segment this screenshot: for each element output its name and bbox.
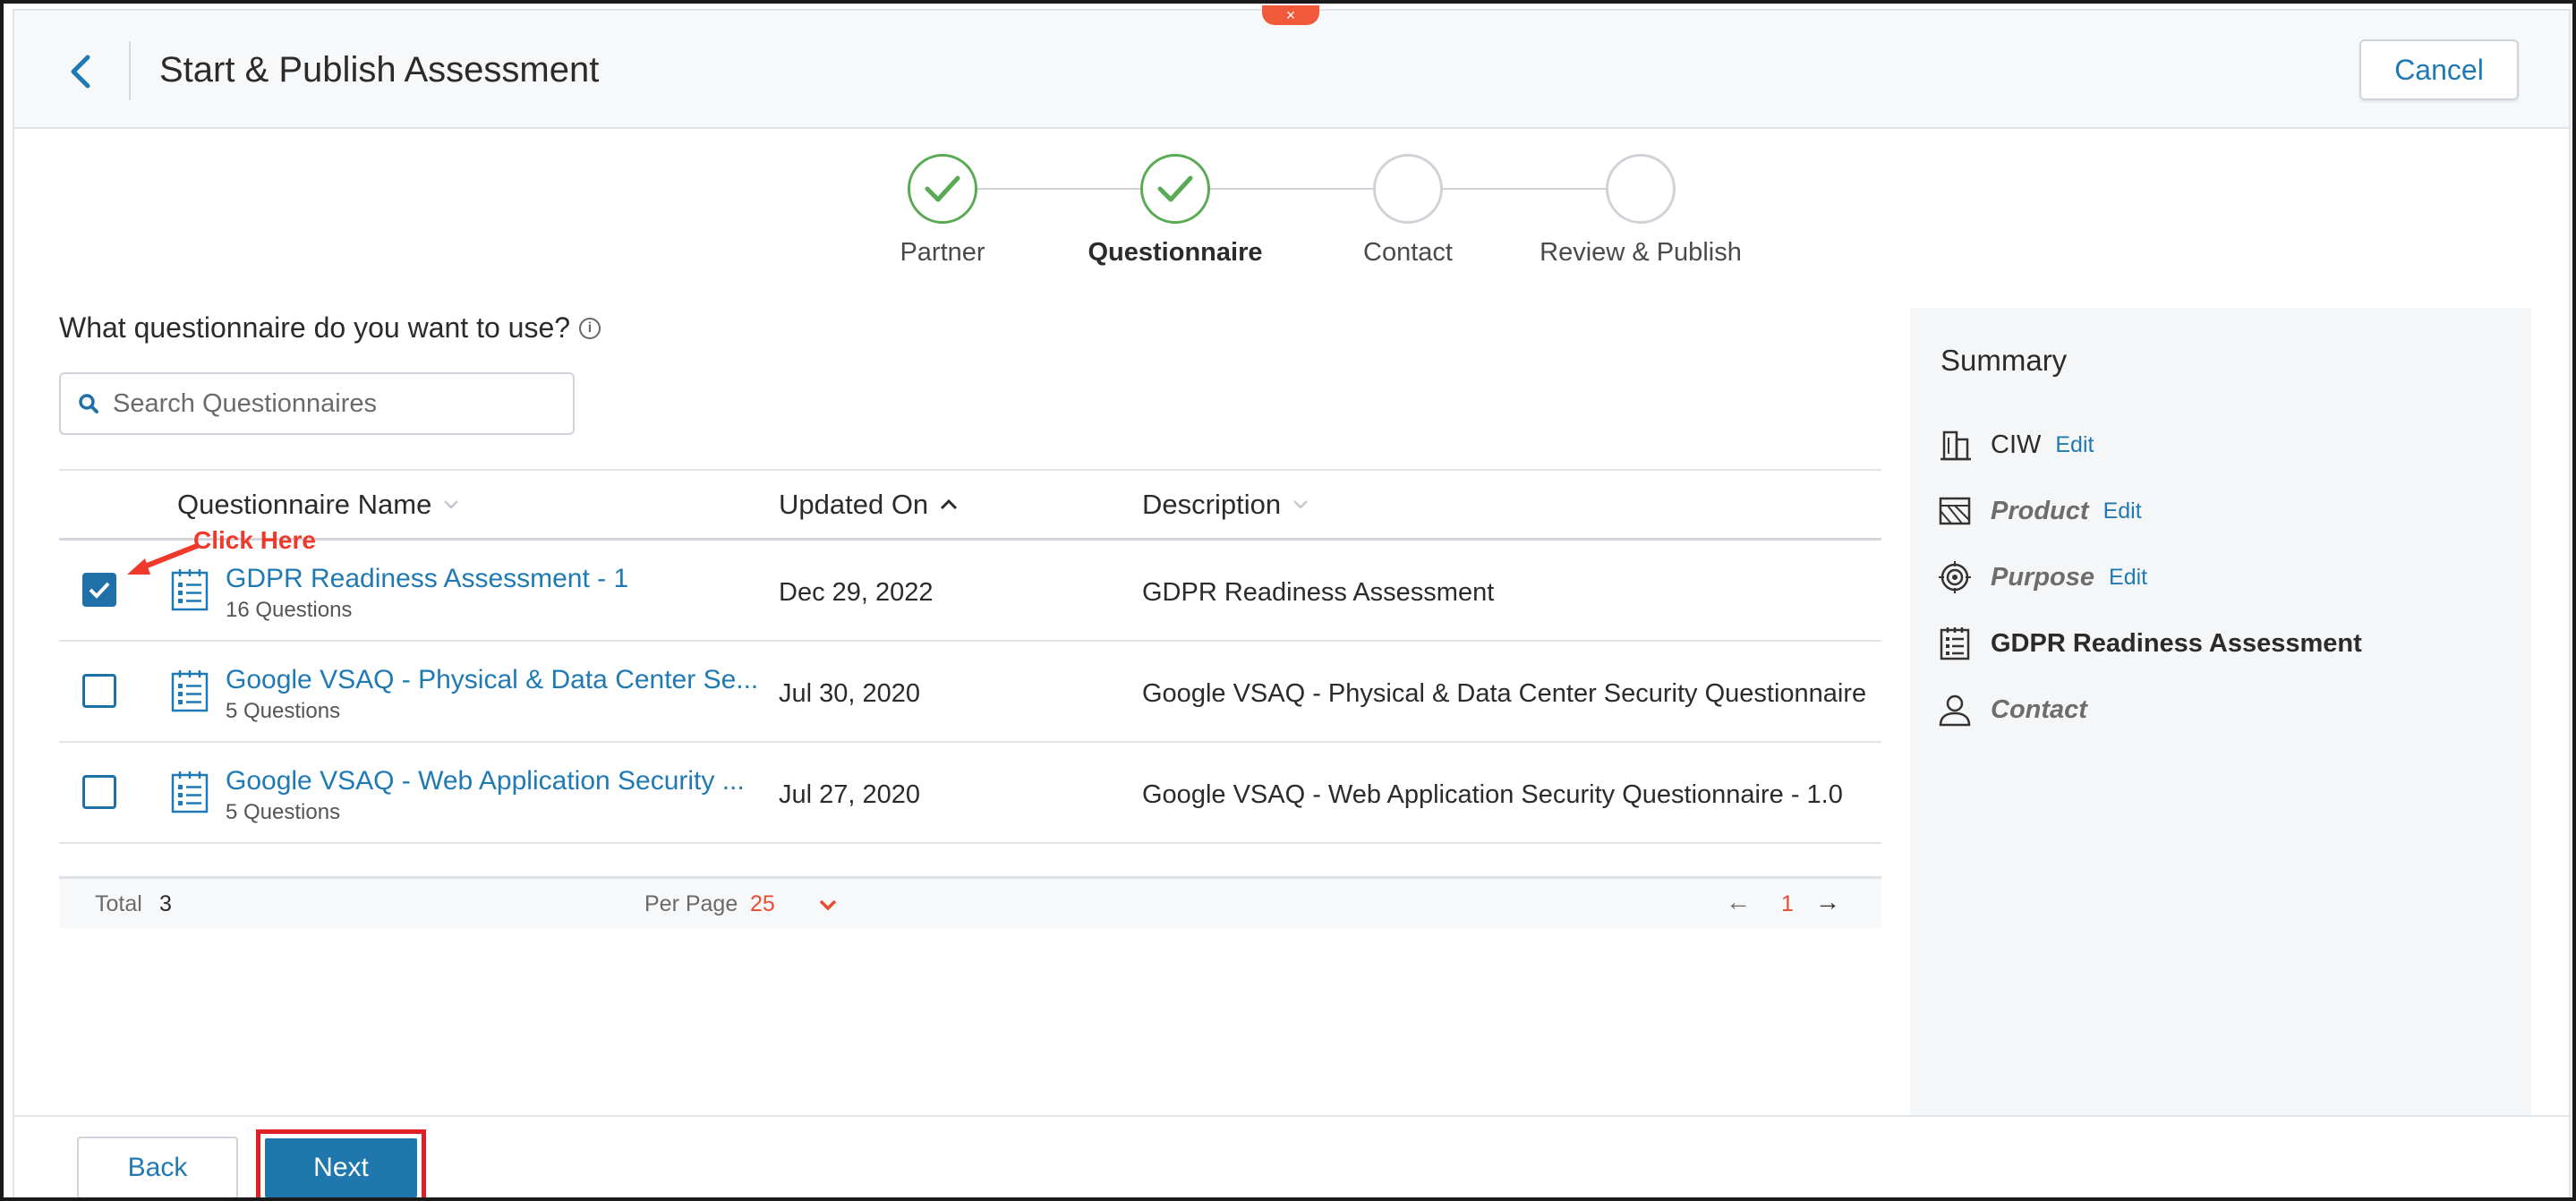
step-review-publish[interactable]: Review & Publish (1524, 154, 1757, 268)
summary-item-contact: Contact (1937, 687, 2087, 732)
summary-item-questionnaire: GDPR Readiness Assessment (1937, 621, 2362, 666)
prev-page-arrow[interactable]: ← (1726, 888, 1751, 916)
description-cell: Google VSAQ - Physical & Data Center Sec… (1142, 679, 1867, 708)
search-icon (79, 394, 98, 413)
step-label: Questionnaire (1088, 238, 1263, 267)
column-header-label: Questionnaire Name (177, 489, 432, 520)
description-cell: GDPR Readiness Assessment (1142, 578, 1495, 607)
step-label: Review & Publish (1540, 238, 1742, 267)
updated-on-cell: Jul 30, 2020 (779, 679, 921, 708)
row-checkbox[interactable] (82, 775, 116, 809)
questionnaire-name-link[interactable]: Google VSAQ - Web Application Security .… (226, 766, 745, 796)
per-page-value[interactable]: 25 (750, 891, 775, 917)
table-row[interactable]: Google VSAQ - Web Application Security .… (59, 743, 1881, 844)
summary-partner-value: CIW (1991, 430, 2042, 459)
question-count: 16 Questions (226, 598, 353, 622)
chevron-up-icon (941, 498, 958, 510)
summary-item-product: Product Edit (1937, 489, 2142, 533)
step-partner[interactable]: Partner (826, 154, 1059, 268)
header-divider (129, 41, 131, 100)
check-icon (925, 175, 960, 202)
product-icon (1939, 497, 1971, 525)
summary-panel: Summary CIW Edit Product Edit Purpose Ed… (1910, 308, 2531, 1197)
row-checkbox[interactable] (82, 573, 116, 607)
step-contact[interactable]: Contact (1292, 154, 1524, 268)
step-label: Partner (900, 238, 985, 267)
question-heading: What questionnaire do you want to use? i (59, 311, 601, 345)
description-cell: Google VSAQ - Web Application Security Q… (1142, 780, 1843, 809)
question-text: What questionnaire do you want to use? (59, 311, 571, 344)
step-questionnaire[interactable]: Questionnaire (1059, 154, 1292, 268)
search-box[interactable] (59, 372, 575, 435)
app-frame: × Start & Publish Assessment Cancel Part… (0, 0, 2576, 1201)
summary-contact-value: Contact (1991, 694, 2087, 724)
summary-product-value: Product (1991, 496, 2089, 525)
edit-partner-link[interactable]: Edit (2055, 432, 2094, 458)
action-bar: Back Next (14, 1115, 2569, 1197)
column-header-updated[interactable]: Updated On (779, 489, 959, 521)
column-header-description[interactable]: Description (1142, 489, 1309, 521)
updated-on-cell: Jul 27, 2020 (779, 780, 921, 809)
per-page-label: Per Page (644, 891, 738, 916)
checkmark-icon (89, 582, 110, 599)
current-page[interactable]: 1 (1781, 891, 1794, 917)
total-value: 3 (159, 891, 172, 916)
target-icon (1939, 561, 1971, 593)
total-label: Total (95, 891, 142, 916)
column-header-name[interactable]: Questionnaire Name (177, 489, 460, 521)
questionnaire-icon (171, 670, 209, 712)
next-page-arrow[interactable]: → (1815, 888, 1840, 916)
cancel-button[interactable]: Cancel (2359, 39, 2519, 100)
step-complete-indicator (908, 154, 977, 224)
summary-item-partner: CIW Edit (1937, 422, 2094, 467)
questionnaire-icon (171, 771, 209, 813)
updated-on-cell: Dec 29, 2022 (779, 578, 934, 607)
per-page-dropdown-icon[interactable] (818, 899, 838, 911)
questionnaire-name-link[interactable]: Google VSAQ - Physical & Data Center Se.… (226, 665, 758, 695)
table-header: Questionnaire Name Updated On Descriptio… (59, 469, 1881, 541)
click-here-annotation: Click Here (193, 526, 316, 554)
summary-item-purpose: Purpose Edit (1937, 555, 2147, 600)
step-pending-indicator (1606, 154, 1676, 224)
page-header: Start & Publish Assessment Cancel (14, 11, 2569, 129)
questionnaire-table: Questionnaire Name Updated On Descriptio… (59, 469, 1881, 928)
chevron-down-icon (1293, 500, 1308, 509)
questionnaire-name-link[interactable]: GDPR Readiness Assessment - 1 (226, 564, 628, 594)
back-button[interactable]: Back (77, 1137, 238, 1197)
close-icon: × (1285, 5, 1296, 24)
step-complete-indicator (1140, 154, 1210, 224)
info-icon[interactable]: i (579, 317, 601, 339)
row-checkbox[interactable] (82, 674, 116, 708)
edit-purpose-link[interactable]: Edit (2109, 565, 2147, 591)
summary-purpose-value: Purpose (1991, 562, 2095, 592)
question-count: 5 Questions (226, 699, 341, 723)
step-pending-indicator (1373, 154, 1443, 224)
table-row[interactable]: GDPR Readiness Assessment - 1 16 Questio… (59, 541, 1881, 642)
app-window: × Start & Publish Assessment Cancel Part… (13, 5, 2571, 1197)
back-chevron-icon[interactable] (63, 50, 98, 93)
page-title: Start & Publish Assessment (159, 50, 600, 89)
check-icon (1157, 175, 1193, 202)
table-row[interactable]: Google VSAQ - Physical & Data Center Se.… (59, 642, 1881, 743)
building-icon (1941, 430, 1971, 461)
next-button[interactable]: Next (265, 1138, 417, 1197)
search-input[interactable] (113, 388, 542, 419)
question-count: 5 Questions (226, 800, 341, 824)
collapse-tab[interactable]: × (1262, 5, 1319, 25)
chevron-down-icon (444, 500, 459, 509)
progress-stepper: Partner Questionnaire Contact Review & P… (14, 154, 2569, 270)
summary-title: Summary (1941, 344, 2068, 377)
step-label: Contact (1363, 238, 1453, 267)
person-icon (1939, 694, 1971, 727)
questionnaire-icon (1940, 627, 1970, 660)
edit-product-link[interactable]: Edit (2103, 498, 2142, 524)
column-header-label: Updated On (779, 489, 929, 520)
table-pagination: Total 3 Per Page 25 ← 1 → (59, 876, 1881, 928)
summary-questionnaire-value: GDPR Readiness Assessment (1991, 628, 2362, 658)
column-header-label: Description (1142, 489, 1282, 520)
